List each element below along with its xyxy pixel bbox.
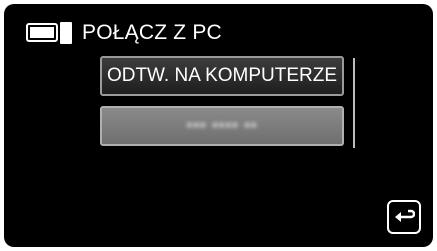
camera-screen: POŁĄCZ Z PC ODTW. NA KOMPUTERZE ▪▪▪ ▪▪▪▪…: [4, 4, 433, 247]
pc-monitor-icon: [26, 22, 72, 44]
blurred-option-button[interactable]: ▪▪▪ ▪▪▪▪ ▪▪: [100, 106, 344, 146]
page-title: POŁĄCZ Z PC: [82, 21, 222, 44]
play-on-computer-button[interactable]: ODTW. NA KOMPUTERZE: [100, 56, 344, 96]
back-button[interactable]: [387, 200, 421, 234]
menu-item-label: ODTW. NA KOMPUTERZE: [106, 65, 338, 86]
screen-header: POŁĄCZ Z PC: [26, 18, 222, 48]
scroll-indicator: [353, 58, 355, 148]
menu-item-label: ▪▪▪ ▪▪▪▪ ▪▪: [186, 117, 258, 134]
return-arrow-icon: [395, 209, 415, 222]
